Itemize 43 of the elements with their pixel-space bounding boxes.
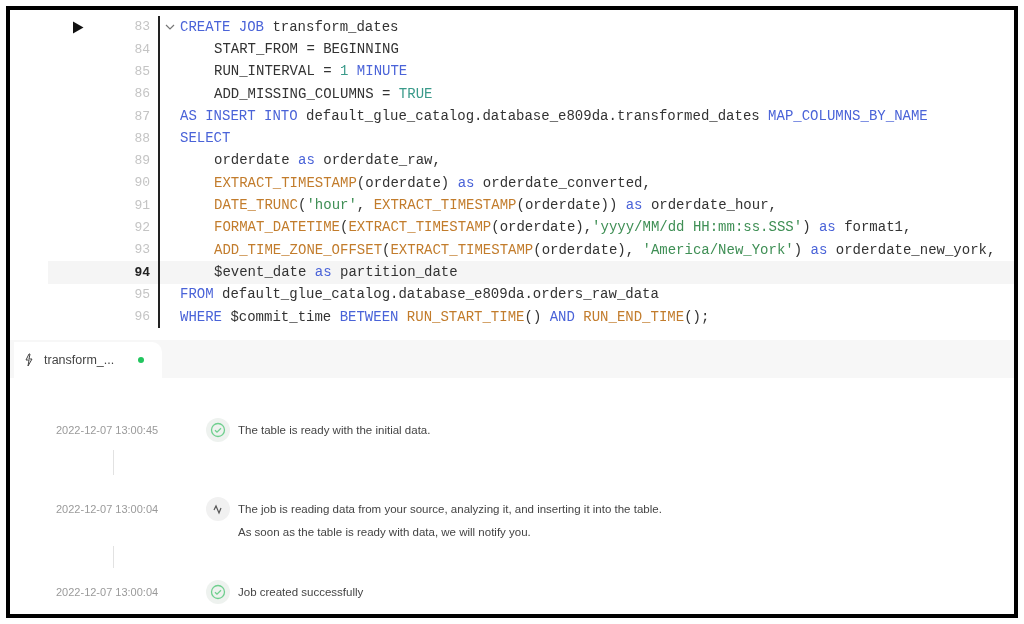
line-number: 87 [133, 107, 150, 126]
event-time: 2022-12-07 13:00:45 [56, 423, 160, 439]
event-message: Job created successfully [238, 584, 364, 600]
job-tab[interactable]: transform_... [14, 342, 162, 379]
event-time: 2022-12-07 13:00:04 [56, 502, 160, 518]
line-number: 92 [133, 219, 150, 238]
code-line: SELECT [180, 129, 231, 149]
code-line: FORMAT_DATETIME(EXTRACT_TIMESTAMP(orderdate),'yyyy/MM/dd HH:mm:ss.SSS') as format1, [213, 218, 912, 238]
code-line: orderdate as orderdate_raw, [213, 151, 441, 171]
check-circle-icon [206, 418, 230, 443]
event-message: As soon as the table is ready with data, we will notify you. [238, 525, 532, 541]
code-line: DATE_TRUNC('hour', EXTRACT_TIMESTAMP(orderdate)) as orderdate_hour, [213, 196, 777, 215]
code-line: ADD_TIME_ZONE_OFFSET(EXTRACT_TIMESTAMP(orderdate), 'America/New_York') as orderdate_new_york, [213, 240, 996, 260]
line-number: 93 [133, 241, 150, 260]
code-line: CREATE JOB transform_dates [180, 17, 399, 37]
line-number: 95 [133, 285, 150, 304]
run-icon[interactable] [72, 20, 84, 34]
lightning-icon [24, 353, 34, 368]
code-line: EXTRACT_TIMESTAMP(orderdate) as orderdate_converted, [213, 173, 651, 193]
activity-icon [206, 497, 230, 522]
check-circle-icon [206, 579, 230, 604]
line-number: 89 [133, 152, 150, 171]
code-line: RUN_INTERVAL = 1 MINUTE [213, 62, 408, 82]
line-number: 96 [133, 308, 150, 327]
code-line: START_FROM = BEGINNING [213, 39, 399, 59]
code-line: ADD_MISSING_COLUMNS = TRUE [213, 84, 433, 104]
tab-label: transform_... [44, 351, 115, 369]
line-number: 88 [133, 129, 150, 148]
line-number: 90 [133, 174, 150, 193]
line-number: 94 [133, 263, 150, 282]
code-line: AS INSERT INTO default_glue_catalog.database_e809da.transformed_dates MAP_COLUMNS_BY_NAME [180, 106, 928, 126]
line-number: 91 [133, 196, 150, 215]
line-number: 83 [133, 18, 150, 37]
code-line: $event_date as partition_date [213, 262, 458, 282]
code-line: WHERE $commit_time BETWEEN RUN_START_TIME() AND RUN_END_TIME(); [180, 307, 710, 327]
event-message: The job is reading data from your source, analyzing it, and inserting it into the table. [238, 502, 662, 518]
event-message: The table is ready with the initial data. [238, 423, 431, 439]
line-number: 84 [133, 40, 150, 59]
line-number: 86 [133, 85, 150, 104]
line-number: 85 [133, 63, 150, 81]
code-line: FROM default_glue_catalog.database_e809da.orders_raw_data [180, 285, 659, 305]
event-time: 2022-12-07 13:00:04 [56, 584, 160, 600]
fold-chevron-icon[interactable] [165, 23, 175, 31]
